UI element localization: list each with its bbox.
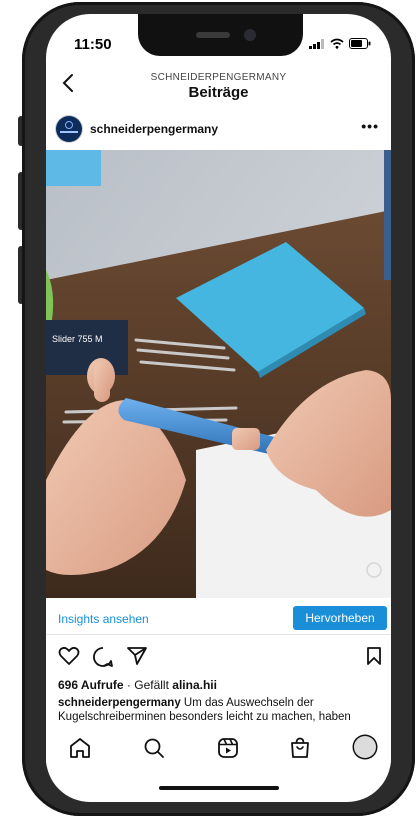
more-options-icon[interactable]: •••: [361, 118, 379, 134]
wifi-icon: [330, 38, 344, 49]
comment-icon[interactable]: [92, 646, 114, 668]
signal-icon: [309, 38, 324, 49]
insights-link[interactable]: Insights ansehen: [58, 612, 149, 626]
profile-avatar[interactable]: [354, 736, 376, 758]
caption-username[interactable]: schneiderpengermany: [58, 697, 181, 709]
views-count[interactable]: 696 Aufrufe: [58, 678, 124, 692]
views-likes-line: 696 Aufrufe · Gefällt alina.hii: [58, 678, 217, 692]
bottom-nav: [46, 730, 391, 766]
like-icon[interactable]: [58, 646, 80, 666]
post-video[interactable]: Slider 755 M: [46, 150, 391, 598]
liked-by-user[interactable]: alina.hii: [172, 678, 217, 692]
screen: 11:50 SCHNEIDERPENGERMANY Beiträge schne…: [46, 14, 391, 802]
post-username[interactable]: schneiderpengermany: [90, 122, 218, 136]
share-icon[interactable]: [126, 646, 148, 666]
insights-row: Insights ansehen Hervorheben: [46, 604, 391, 635]
post-actions: [46, 644, 391, 672]
liked-by-prefix: · Gefällt: [126, 678, 169, 692]
avatar[interactable]: [56, 116, 82, 142]
post-caption[interactable]: schneiderpengermany Um das Auswechseln d…: [58, 696, 383, 724]
front-camera: [244, 29, 256, 41]
speaker: [196, 32, 230, 38]
notch: [138, 14, 303, 56]
shop-icon[interactable]: [288, 736, 312, 760]
brand-logo-icon: [65, 121, 73, 129]
box-label-text: Slider 755 M: [52, 334, 103, 344]
status-time: 11:50: [74, 36, 112, 53]
battery-icon: [349, 38, 371, 49]
home-icon[interactable]: [68, 736, 92, 760]
highlight-button[interactable]: Hervorheben: [293, 606, 387, 630]
save-icon[interactable]: [366, 646, 382, 666]
reels-icon[interactable]: [216, 736, 240, 760]
header-account-name: SCHNEIDERPENGERMANY: [150, 72, 287, 83]
search-icon[interactable]: [142, 736, 166, 760]
status-icons: [309, 38, 371, 49]
video-frame: Slider 755 M: [46, 150, 391, 598]
page-title: Beiträge: [188, 84, 249, 101]
home-indicator[interactable]: [159, 786, 279, 790]
brand-logo-bar: [60, 131, 78, 133]
